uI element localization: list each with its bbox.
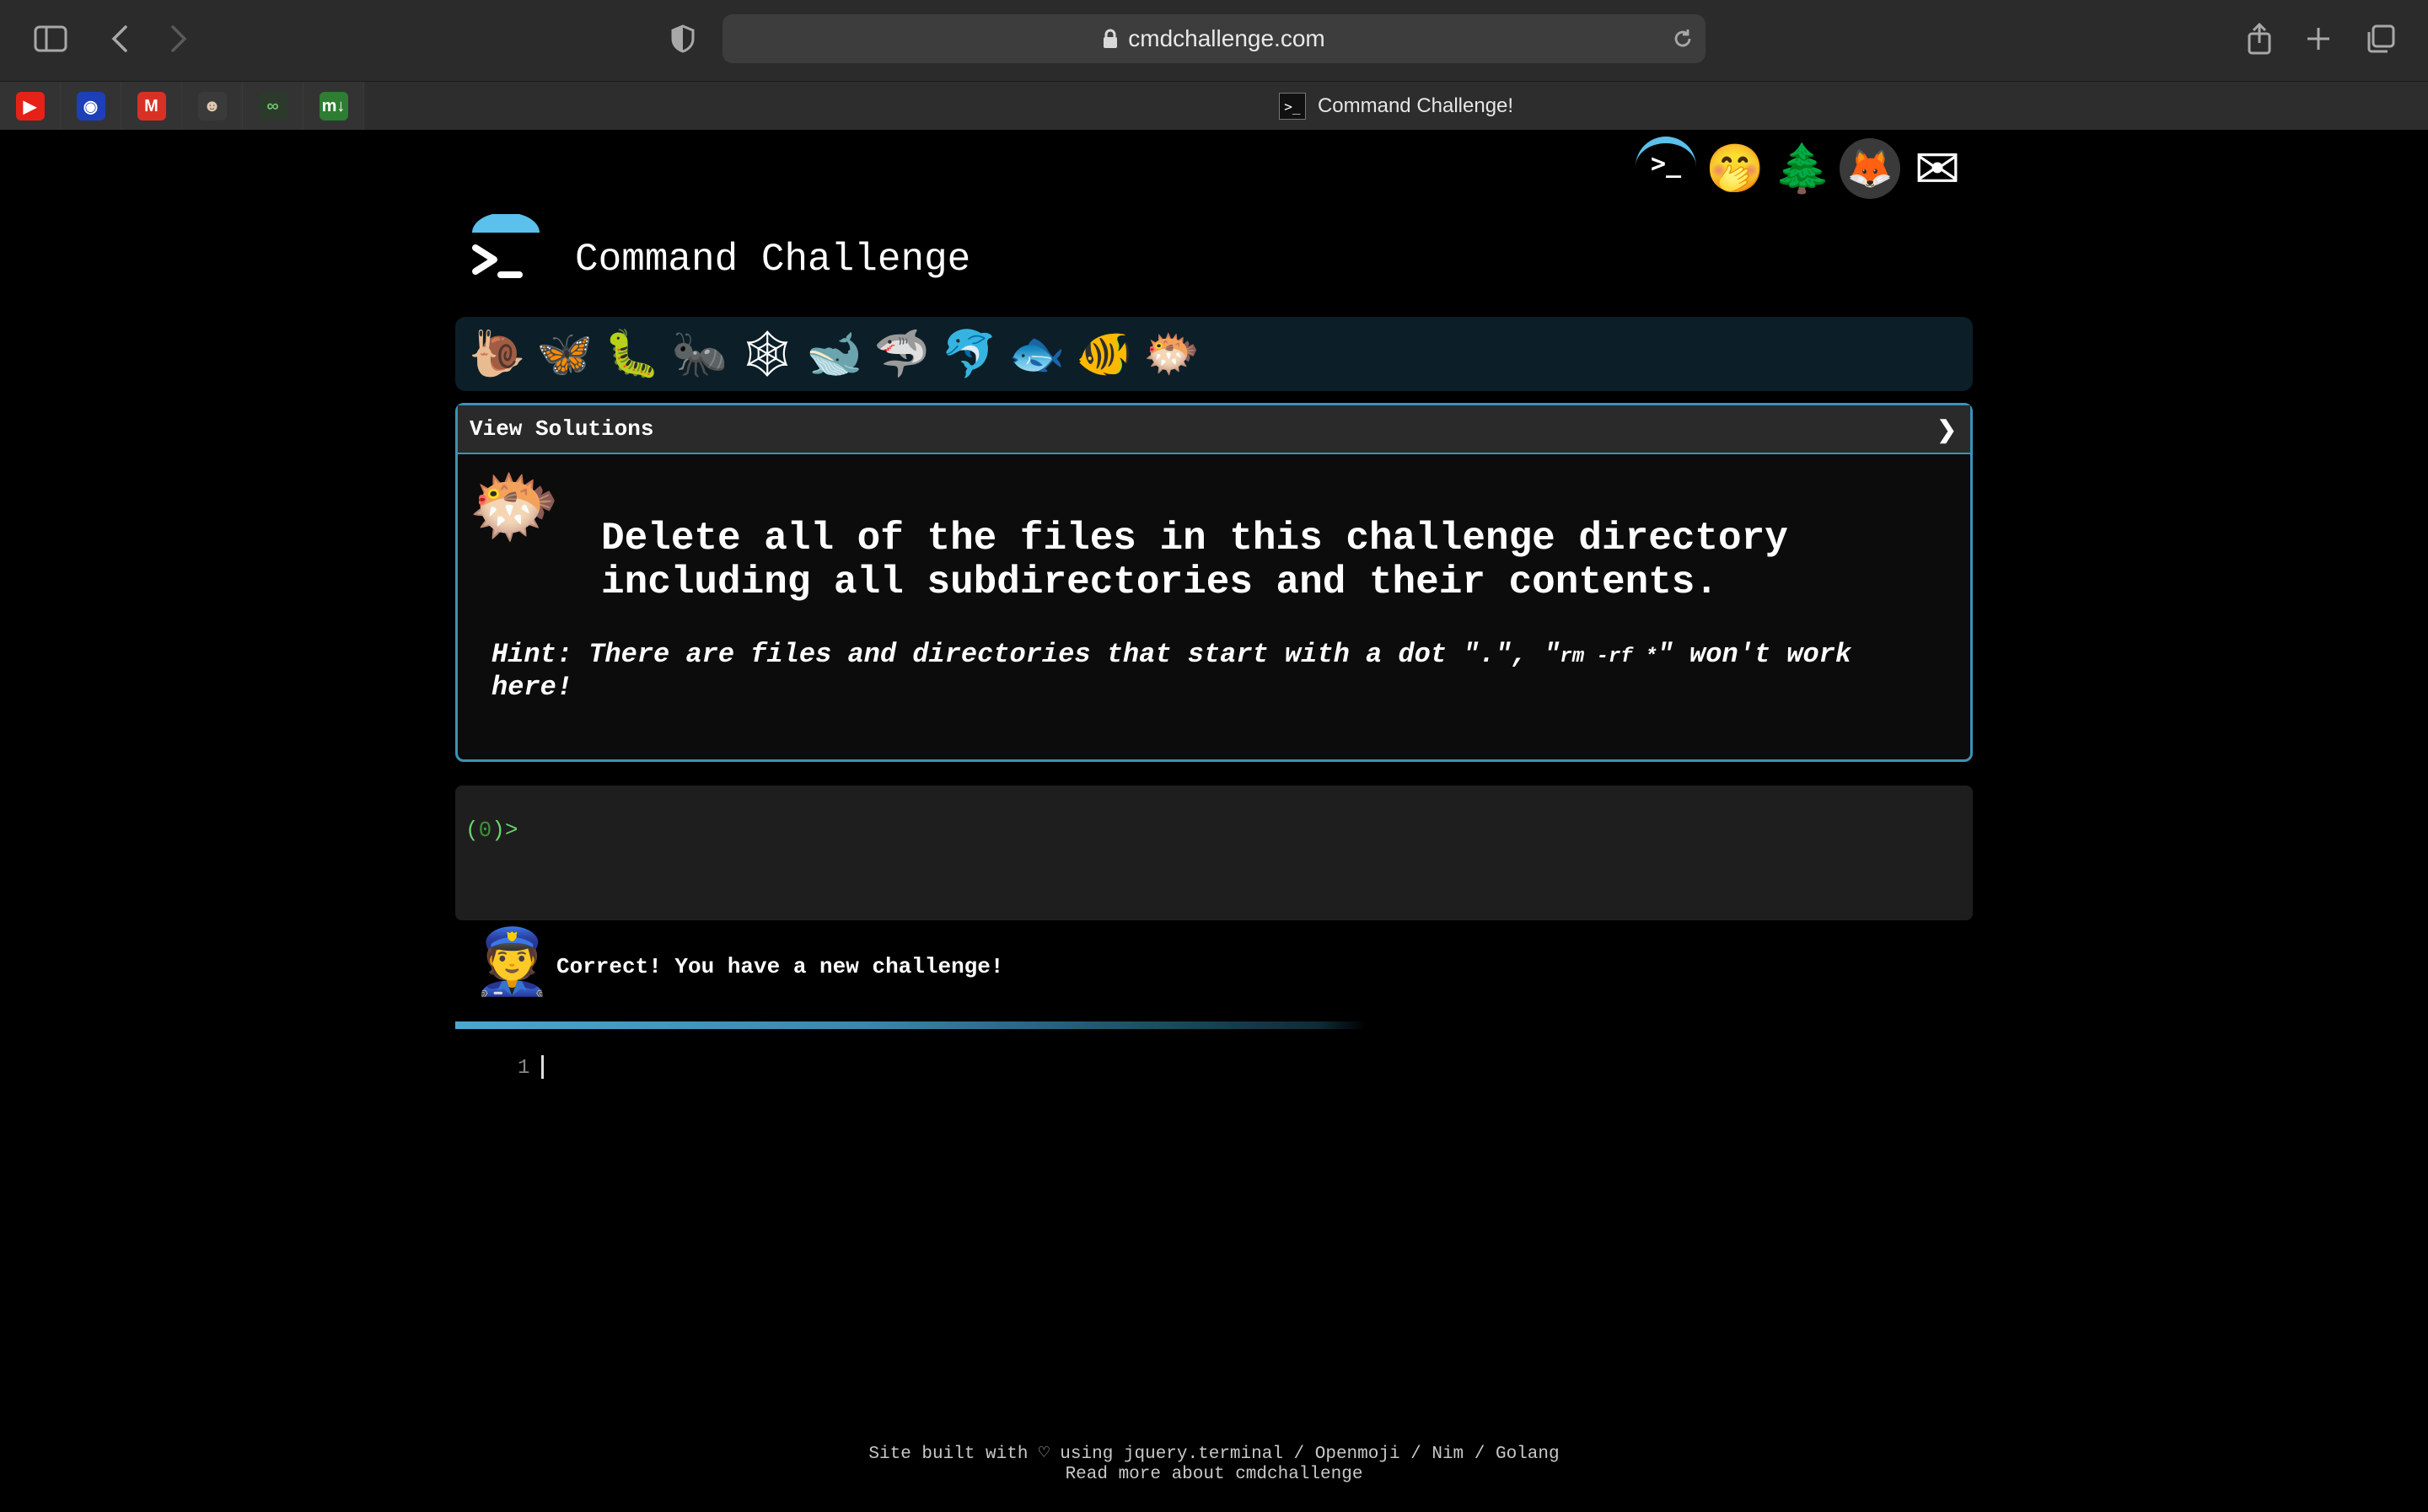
tab-bar: ▶ ◉ M ☻ ∞ m↓ >_ Command Challenge!: [0, 81, 2428, 131]
terminal-prompt: (0)>: [465, 818, 518, 843]
pinned-tab[interactable]: ◉: [61, 82, 121, 131]
md-site-favicon-icon: m↓: [319, 92, 348, 121]
shush-face-icon[interactable]: 🤭: [1705, 138, 1765, 199]
terminal-favicon-icon: >_: [1278, 93, 1306, 120]
ant-icon[interactable]: 🐜: [666, 320, 733, 388]
gmail-favicon-icon: M: [137, 92, 166, 121]
pinned-tab[interactable]: ▶: [0, 82, 61, 131]
butterfly-icon[interactable]: 🦋: [531, 320, 599, 388]
footer: Site built with ♡ using jquery.terminal …: [0, 1445, 2428, 1485]
chevron-right-icon: ❯: [1936, 416, 1957, 442]
tab-overview-icon[interactable]: [2361, 19, 2401, 59]
browser-toolbar: cmdchallenge.com: [0, 0, 2428, 81]
view-solutions-label: View Solutions: [470, 416, 654, 442]
infinity-site-favicon-icon: ∞: [258, 92, 287, 121]
share-icon[interactable]: [2239, 19, 2280, 59]
pinned-tab[interactable]: ∞: [243, 82, 304, 131]
view-solutions-button[interactable]: View Solutions ❯: [458, 405, 1970, 454]
privacy-shield-icon[interactable]: [663, 19, 703, 59]
status-message: 👮 Correct! You have a new challenge!: [455, 930, 1973, 1005]
new-tab-icon[interactable]: [2298, 19, 2339, 59]
fish-icon[interactable]: 🐟: [1003, 320, 1071, 388]
code-editor[interactable]: 1: [455, 1050, 1973, 1092]
youtube-favicon-icon: ▶: [15, 92, 45, 121]
address-bar[interactable]: cmdchallenge.com: [722, 14, 1706, 63]
dolphin-icon[interactable]: 🐬: [936, 320, 1003, 388]
terminal[interactable]: (0)>: [455, 785, 1973, 920]
text-cursor: [541, 1055, 544, 1079]
terminal-icon[interactable]: >_: [1636, 137, 1696, 184]
line-number: 1: [518, 1057, 530, 1080]
tab-title: Command Challenge!: [1317, 94, 1514, 117]
lock-icon: [1104, 29, 1118, 48]
back-icon[interactable]: [99, 19, 140, 59]
crunchyroll-like-favicon-icon: ◉: [76, 92, 105, 121]
prompt-count: 0: [478, 818, 492, 843]
caterpillar-icon[interactable]: 🐛: [599, 320, 666, 388]
footer-about-link[interactable]: Read more about cmdchallenge: [0, 1465, 2428, 1485]
snail-icon[interactable]: 🐌: [464, 320, 531, 388]
prompt-open: (: [465, 818, 479, 843]
progress-fill: [455, 1021, 1366, 1029]
status-message-text: Correct! You have a new challenge!: [556, 954, 1004, 979]
tree-icon[interactable]: 🌲: [1772, 138, 1833, 199]
sidebar-toggle-icon[interactable]: [30, 19, 71, 59]
site-title: Command Challenge: [575, 238, 971, 281]
url-text: cmdchallenge.com: [1128, 25, 1325, 51]
forward-icon[interactable]: [158, 19, 199, 59]
hint-code: rm -rf *: [1560, 646, 1657, 668]
active-tab[interactable]: >_ Command Challenge!: [364, 82, 2428, 131]
gitlab-icon[interactable]: 🦊: [1840, 138, 1900, 199]
challenge-description: Delete all of the files in this challeng…: [601, 517, 1788, 604]
page-content: >_ 🤭 🌲 🦊 ✉ Command Challenge 🐌 🦋 🐛 🐜 🕸 🐋 🦈 🐬 🐟 🐠 🐡 Vie…: [0, 130, 2428, 1512]
whale-icon[interactable]: 🐋: [801, 320, 868, 388]
prompt-close: )>: [492, 818, 518, 843]
tropical-fish-icon[interactable]: 🐠: [1071, 320, 1138, 388]
level-bar: 🐌 🦋 🐛 🐜 🕸 🐋 🦈 🐬 🐟 🐠 🐡: [455, 317, 1973, 391]
pinned-tab[interactable]: ☻: [182, 82, 243, 131]
reload-icon[interactable]: [1672, 28, 1694, 50]
avatar-site-favicon-icon: ☻: [197, 92, 227, 121]
spider-web-icon[interactable]: 🕸: [733, 320, 801, 388]
hint-prefix: Hint: There are files and directories th…: [492, 639, 1560, 670]
mail-icon[interactable]: ✉: [1907, 137, 1968, 200]
progress-bar: [455, 1021, 1973, 1029]
challenge-panel: View Solutions ❯ 🐡 Delete all of the fil…: [455, 403, 1973, 762]
challenge-hint: Hint: There are files and directories th…: [492, 640, 1942, 703]
police-officer-icon: 👮: [472, 926, 552, 998]
blowfish-icon: 🐡: [468, 464, 561, 548]
pinned-tab[interactable]: M: [121, 82, 182, 131]
pinned-tab[interactable]: m↓: [304, 82, 364, 131]
blowfish-icon[interactable]: 🐡: [1138, 320, 1206, 388]
shark-icon[interactable]: 🦈: [868, 320, 936, 388]
footer-credits: Site built with ♡ using jquery.terminal …: [868, 1445, 1560, 1464]
terminal-logo-icon[interactable]: [467, 212, 543, 290]
